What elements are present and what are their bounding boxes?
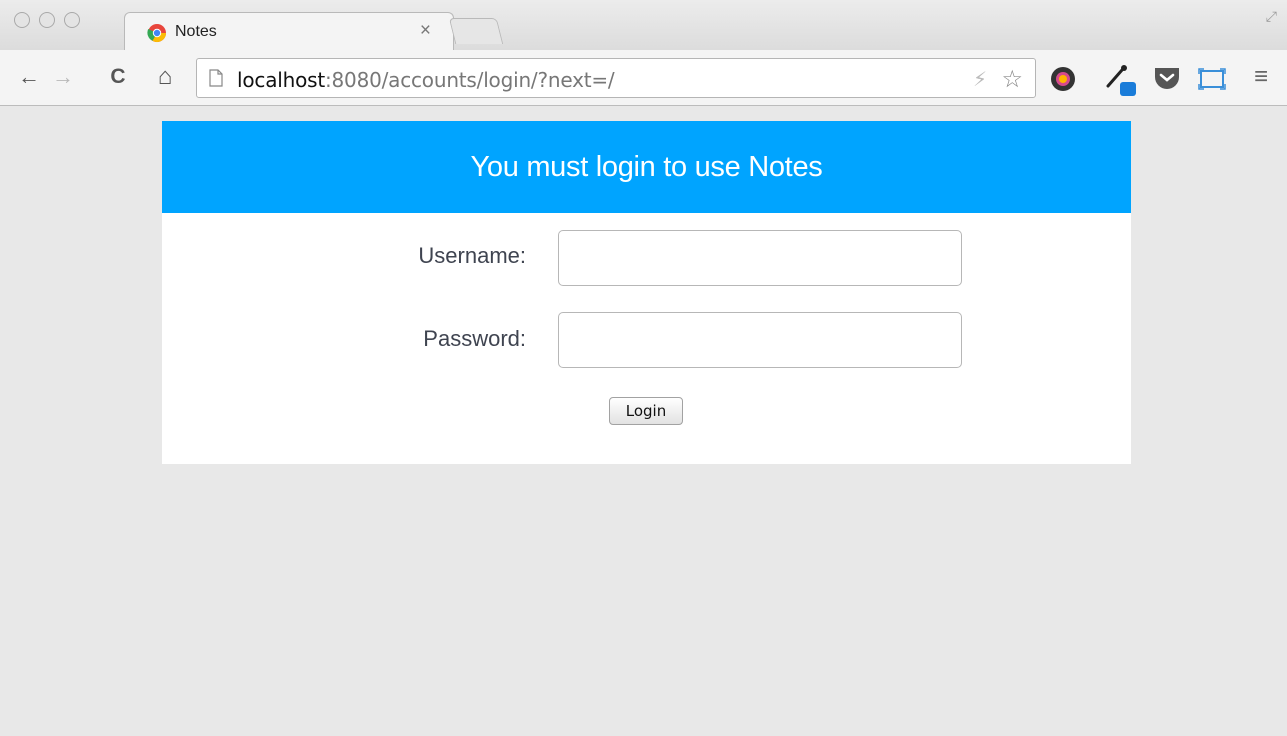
url-text: localhost:8080/accounts/login/?next=/ <box>237 68 615 92</box>
url-host: localhost <box>237 68 325 92</box>
fullscreen-icon[interactable]: ⤢ <box>1266 8 1277 25</box>
screen-capture-icon[interactable] <box>1198 68 1226 90</box>
browser-tab-notes[interactable]: Notes × <box>124 12 454 50</box>
reload-icon[interactable]: C <box>105 64 131 90</box>
chrome-logo-icon <box>147 24 166 43</box>
tab-close-icon[interactable]: × <box>420 20 431 42</box>
username-label: Username: <box>418 243 526 268</box>
window-minimize-button[interactable] <box>39 12 55 28</box>
page-title: You must login to use Notes <box>470 150 823 183</box>
hamburger-menu-icon[interactable]: ≡ <box>1254 63 1268 91</box>
camera-lens-extension-icon[interactable] <box>1050 66 1076 92</box>
window-zoom-button[interactable] <box>64 12 80 28</box>
url-path: :8080/accounts/login/?next=/ <box>324 68 615 92</box>
window-close-button[interactable] <box>14 12 30 28</box>
back-arrow-icon[interactable]: ← <box>16 64 42 90</box>
page-icon <box>209 69 223 87</box>
home-icon[interactable]: ⌂ <box>152 63 178 90</box>
browser-toolbar: ← → C ⌂ localhost:8080/accounts/login/?n… <box>0 50 1287 106</box>
lightning-icon[interactable]: ⚡ <box>973 67 987 92</box>
browser-titlebar: Notes × ⤢ <box>0 0 1287 50</box>
tab-title: Notes <box>175 23 217 40</box>
username-input[interactable] <box>558 230 962 286</box>
eyedropper-extension-icon[interactable] <box>1104 64 1140 98</box>
address-bar[interactable]: localhost:8080/accounts/login/?next=/ ⚡ … <box>196 58 1036 98</box>
star-icon[interactable]: ☆ <box>1001 65 1023 94</box>
login-header: You must login to use Notes <box>162 121 1131 213</box>
login-card: You must login to use Notes Username: Pa… <box>162 121 1131 464</box>
password-label: Password: <box>423 326 526 351</box>
login-button[interactable]: Login <box>609 397 683 425</box>
password-input[interactable] <box>558 312 962 368</box>
new-tab-button[interactable] <box>448 18 504 44</box>
forward-arrow-icon[interactable]: → <box>50 64 76 90</box>
pocket-icon[interactable] <box>1154 66 1180 90</box>
